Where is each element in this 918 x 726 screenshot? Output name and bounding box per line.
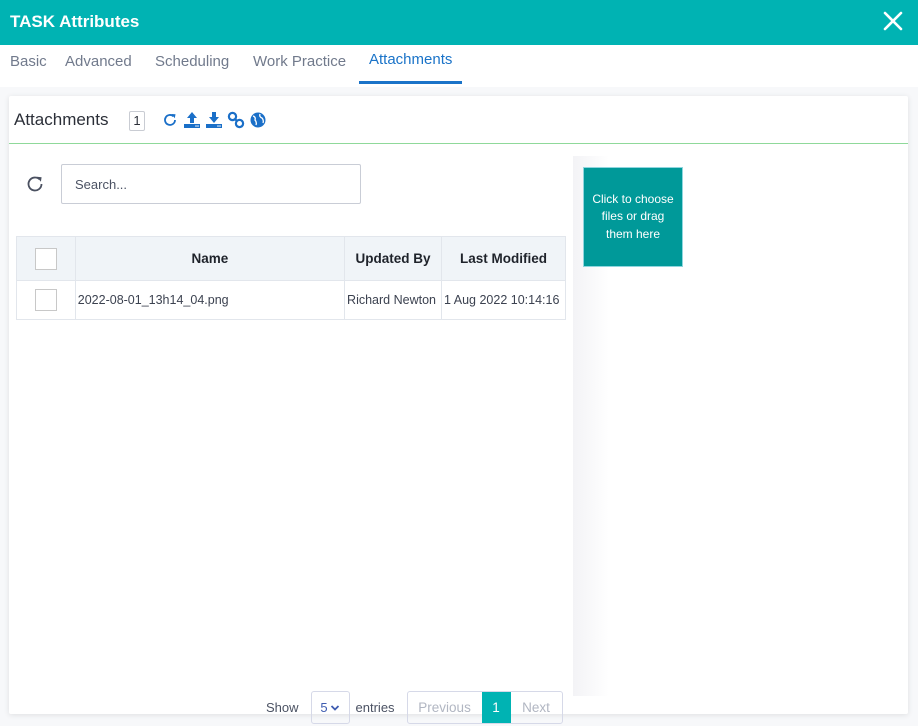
entries-label: entries xyxy=(356,700,395,715)
updated-by: Richard Newton xyxy=(345,281,442,320)
column-header-last-modified[interactable]: Last Modified xyxy=(442,237,566,281)
pagination: Previous 1 Next xyxy=(407,691,563,724)
dialog-title: TASK Attributes xyxy=(10,12,139,32)
panel-header: Attachments 1 xyxy=(9,96,908,144)
select-all-checkbox[interactable] xyxy=(35,248,57,270)
tab-bar: Basic Advanced Scheduling Work Practice … xyxy=(0,45,918,87)
attachments-panel: Attachments 1 Name Updated By Last Modif… xyxy=(9,96,908,714)
globe-icon[interactable] xyxy=(249,111,267,129)
show-label: Show xyxy=(266,700,299,715)
count-badge: 1 xyxy=(129,111,145,131)
file-name[interactable]: 2022-08-01_13h14_04.png xyxy=(75,281,344,320)
table-row[interactable]: 2022-08-01_13h14_04.png Richard Newton 1… xyxy=(17,281,566,320)
chevron-down-icon xyxy=(330,704,340,712)
file-dropzone[interactable]: Click to choose files or drag them here xyxy=(583,167,683,267)
column-header-name[interactable]: Name xyxy=(75,237,344,281)
previous-page-button[interactable]: Previous xyxy=(408,692,482,723)
upload-icon[interactable] xyxy=(183,111,201,129)
page-size-select[interactable]: 5 xyxy=(311,691,350,724)
attachments-table: Name Updated By Last Modified 2022-08-01… xyxy=(16,236,566,320)
table-header-row: Name Updated By Last Modified xyxy=(17,237,566,281)
attachments-list-pane: Name Updated By Last Modified 2022-08-01… xyxy=(9,145,573,696)
tab-attachments[interactable]: Attachments xyxy=(359,51,462,84)
refresh-list-icon[interactable] xyxy=(24,173,46,195)
row-checkbox[interactable] xyxy=(35,289,57,311)
last-modified: 1 Aug 2022 10:14:16 xyxy=(442,281,566,320)
table-footer: Show 5 entries Previous 1 Next xyxy=(266,691,563,724)
page-size-value: 5 xyxy=(320,700,327,715)
select-all-cell xyxy=(17,237,76,281)
next-page-button[interactable]: Next xyxy=(511,692,562,723)
refresh-icon[interactable] xyxy=(161,111,179,129)
panel-title: Attachments xyxy=(14,110,109,130)
dialog-header: TASK Attributes xyxy=(0,0,918,45)
download-icon[interactable] xyxy=(205,111,223,129)
close-icon[interactable] xyxy=(882,10,904,32)
tab-basic[interactable]: Basic xyxy=(10,53,47,86)
column-header-updated-by[interactable]: Updated By xyxy=(345,237,442,281)
search-input[interactable] xyxy=(61,164,361,204)
tab-scheduling[interactable]: Scheduling xyxy=(155,53,229,86)
tab-work-practice[interactable]: Work Practice xyxy=(253,53,346,86)
tab-advanced[interactable]: Advanced xyxy=(65,53,132,86)
link-icon[interactable] xyxy=(227,111,245,129)
row-select-cell xyxy=(17,281,76,320)
page-1-button[interactable]: 1 xyxy=(482,692,511,723)
toolbar xyxy=(161,111,267,129)
